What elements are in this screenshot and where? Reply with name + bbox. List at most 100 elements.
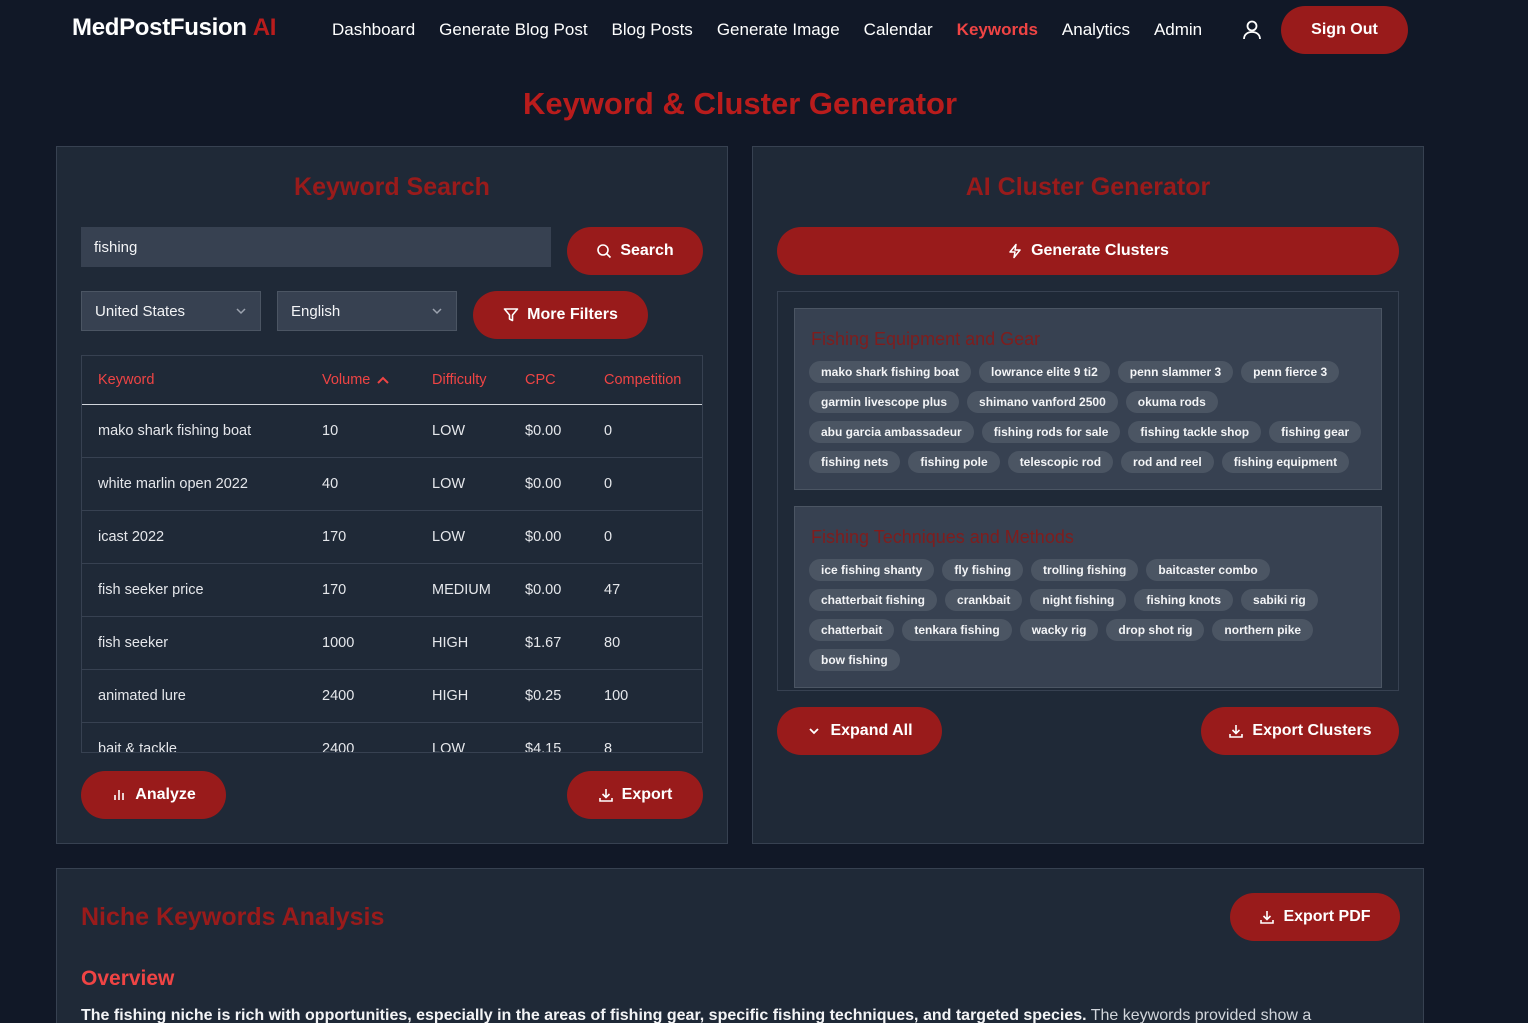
keyword-chip[interactable]: wacky rig [1019, 619, 1099, 641]
keyword-chip[interactable]: fishing gear [1269, 421, 1362, 443]
keyword-chip[interactable]: fly fishing [942, 559, 1024, 581]
nav-link-analytics[interactable]: Analytics [1062, 20, 1130, 40]
filter-icon [503, 308, 519, 322]
keyword-chip[interactable]: penn slammer 3 [1117, 361, 1234, 383]
table-row[interactable]: white marlin open 2022 40 LOW $0.00 0 [82, 458, 702, 511]
export-label: Export [621, 786, 673, 803]
keyword-chip[interactable]: fishing knots [1134, 589, 1234, 611]
expand-all-label: Expand All [830, 722, 913, 739]
cell-volume: 2400 [322, 688, 355, 704]
niche-analysis-panel: Niche Keywords Analysis Export PDF Overv… [56, 868, 1424, 1023]
nav-link-keywords[interactable]: Keywords [957, 20, 1038, 40]
table-row[interactable]: animated lure 2400 HIGH $0.25 100 [82, 670, 702, 723]
nav-link-calendar[interactable]: Calendar [864, 20, 933, 40]
search-button[interactable]: Search [567, 227, 703, 275]
table-row[interactable]: icast 2022 170 LOW $0.00 0 [82, 511, 702, 564]
more-filters-button[interactable]: More Filters [473, 291, 648, 339]
cell-volume: 170 [322, 582, 347, 598]
brand-logo[interactable]: MedPostFusion AI [72, 14, 276, 42]
keyword-table: Keyword Volume Difficulty CPC Competitio… [81, 355, 703, 753]
chevron-down-icon [809, 728, 820, 735]
keyword-chip[interactable]: okuma rods [1125, 391, 1218, 413]
cell-volume: 10 [322, 423, 339, 439]
nav-link-admin[interactable]: Admin [1154, 20, 1202, 40]
cell-keyword: animated lure [98, 688, 186, 704]
keyword-chip[interactable]: tenkara fishing [902, 619, 1012, 641]
keyword-chip[interactable]: rod and reel [1121, 451, 1214, 473]
generate-clusters-label: Generate Clusters [1031, 242, 1169, 259]
chevron-down-icon [236, 308, 246, 315]
keyword-chip[interactable]: fishing equipment [1221, 451, 1350, 473]
user-icon[interactable] [1240, 18, 1264, 42]
cell-volume: 170 [322, 529, 347, 545]
nav-link-generate-blog-post[interactable]: Generate Blog Post [439, 20, 587, 40]
keyword-chip[interactable]: shimano vanford 2500 [967, 391, 1118, 413]
bar-chart-icon [114, 790, 125, 800]
search-button-label: Search [620, 242, 674, 259]
cell-competition: 0 [604, 423, 613, 439]
keyword-chip[interactable]: fishing nets [809, 451, 901, 473]
keyword-chip[interactable]: bow fishing [809, 649, 900, 671]
nav-links: Dashboard Generate Blog Post Blog Posts … [332, 20, 1202, 40]
overview-text: The fishing niche is rich with opportuni… [81, 1007, 1381, 1023]
column-header-cpc[interactable]: CPC [525, 372, 556, 388]
keyword-chip[interactable]: garmin livescope plus [809, 391, 960, 413]
keyword-chip[interactable]: telescopic rod [1007, 451, 1114, 473]
table-row[interactable]: fish seeker 1000 HIGH $1.67 80 [82, 617, 702, 670]
keyword-chip[interactable]: sabiki rig [1241, 589, 1318, 611]
keyword-chip[interactable]: fishing tackle shop [1128, 421, 1262, 443]
column-header-keyword[interactable]: Keyword [98, 372, 154, 388]
page-title: Keyword & Cluster Generator [522, 86, 958, 121]
nav-link-blog-posts[interactable]: Blog Posts [612, 20, 693, 40]
keyword-chip[interactable]: mako shark fishing boat [809, 361, 972, 383]
keyword-chip[interactable]: lowrance elite 9 ti2 [979, 361, 1110, 383]
keyword-chip[interactable]: baitcaster combo [1146, 559, 1270, 581]
generate-clusters-button[interactable]: Generate Clusters [777, 227, 1399, 275]
keyword-chip[interactable]: fishing pole [908, 451, 1000, 473]
nav-link-dashboard[interactable]: Dashboard [332, 20, 415, 40]
cell-competition: 0 [604, 476, 613, 492]
export-pdf-button[interactable]: Export PDF [1230, 893, 1400, 941]
keyword-chip[interactable]: trolling fishing [1031, 559, 1139, 581]
keyword-search-input[interactable] [81, 227, 551, 267]
export-button[interactable]: Export [567, 771, 703, 819]
keyword-chip[interactable]: chatterbait fishing [809, 589, 938, 611]
cell-cpc: $4.15 [525, 741, 562, 753]
cell-difficulty: MEDIUM [432, 582, 491, 598]
cell-keyword: fish seeker [98, 635, 169, 651]
cell-volume: 40 [322, 476, 339, 492]
more-filters-label: More Filters [527, 306, 618, 323]
clusters-container: Fishing Equipment and Gear mako shark fi… [777, 291, 1399, 691]
keyword-search-panel: Keyword Search Search United States Engl… [56, 146, 728, 844]
keyword-chip[interactable]: crankbait [945, 589, 1023, 611]
nav-link-generate-image[interactable]: Generate Image [717, 20, 840, 40]
country-select[interactable]: United States [81, 291, 261, 331]
cell-difficulty: LOW [432, 741, 466, 753]
analyze-button[interactable]: Analyze [81, 771, 226, 819]
column-header-difficulty[interactable]: Difficulty [432, 372, 487, 388]
table-row[interactable]: bait & tackle 2400 LOW $4.15 8 [82, 723, 702, 753]
cluster-card: Fishing Equipment and Gear mako shark fi… [794, 308, 1382, 490]
download-icon [1229, 725, 1244, 738]
column-header-volume[interactable]: Volume [322, 372, 390, 388]
export-clusters-button[interactable]: Export Clusters [1201, 707, 1399, 755]
keyword-chip[interactable]: drop shot rig [1106, 619, 1205, 641]
keyword-chip[interactable]: chatterbait [809, 619, 895, 641]
download-icon [1260, 911, 1275, 924]
expand-all-button[interactable]: Expand All [777, 707, 942, 755]
table-row[interactable]: fish seeker price 170 MEDIUM $0.00 47 [82, 564, 702, 617]
keyword-chip[interactable]: ice fishing shanty [809, 559, 935, 581]
language-select[interactable]: English [277, 291, 457, 331]
brand-ai: AI [252, 14, 277, 41]
keyword-chip[interactable]: fishing rods for sale [981, 421, 1121, 443]
cell-keyword: fish seeker price [98, 582, 204, 598]
sign-out-button[interactable]: Sign Out [1281, 6, 1408, 54]
keyword-chip[interactable]: abu garcia ambassadeur [809, 421, 974, 443]
table-row[interactable]: mako shark fishing boat 10 LOW $0.00 0 [82, 405, 702, 458]
keyword-chip[interactable]: penn fierce 3 [1241, 361, 1340, 383]
column-header-competition[interactable]: Competition [604, 372, 681, 388]
keyword-chip[interactable]: northern pike [1212, 619, 1314, 641]
cell-difficulty: LOW [432, 476, 466, 492]
table-body: mako shark fishing boat 10 LOW $0.00 0 white … [82, 405, 702, 753]
keyword-chip[interactable]: night fishing [1030, 589, 1127, 611]
